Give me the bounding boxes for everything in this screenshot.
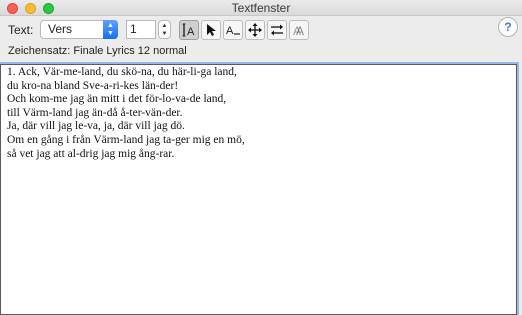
lyrics-line: du kro-na bland Sve-a-ri-kes län-der! bbox=[7, 79, 179, 92]
charset-label: Zeichensatz: Finale Lyrics 12 normal bbox=[8, 45, 187, 57]
lyrics-text-area[interactable]: 1. Ack, Vär-me-land, du skö-na, du här-l… bbox=[0, 62, 519, 315]
select-pointer-tool[interactable] bbox=[201, 20, 221, 40]
type-into-score-icon: A bbox=[182, 23, 195, 38]
text-baseline-icon: A bbox=[226, 25, 240, 37]
lyrics-line: Om en gång i från Värm-land jag ta-ger m… bbox=[7, 133, 245, 146]
text-style-tool[interactable]: A A bbox=[289, 20, 309, 40]
lyrics-line: till Värm-land jag än-då å-ter-vän-der. bbox=[7, 106, 183, 119]
type-into-score-tool[interactable]: A bbox=[179, 20, 199, 40]
chevron-updown-icon: ▲ ▼ bbox=[103, 20, 118, 39]
svg-text:A: A bbox=[187, 26, 195, 38]
lyrics-line: Ja, där vill jag le-va, ja, där vill jag… bbox=[7, 120, 185, 133]
move-arrows-tool[interactable] bbox=[245, 20, 265, 40]
shift-lyrics-tool[interactable] bbox=[267, 20, 287, 40]
window-title: Textfenster bbox=[231, 1, 291, 15]
move-arrows-icon bbox=[248, 23, 262, 37]
text-type-select[interactable]: Vers ▲ ▼ bbox=[40, 20, 118, 39]
verse-number-stepper[interactable]: ▲ ▼ bbox=[158, 20, 171, 39]
help-button[interactable]: ? bbox=[498, 17, 518, 37]
text-type-value: Vers bbox=[48, 22, 73, 36]
lyrics-line: så vet jag att al-drig jag mig ång-rar. bbox=[7, 147, 175, 160]
svg-text:A: A bbox=[226, 25, 234, 37]
text-baseline-tool[interactable]: A bbox=[223, 20, 243, 40]
text-style-icon: A A bbox=[293, 24, 304, 38]
text-type-label: Text: bbox=[8, 23, 34, 37]
title-bar: Textfenster bbox=[0, 0, 522, 16]
svg-text:A: A bbox=[296, 24, 304, 38]
lyrics-line: Och kom-me jag än mitt i det för-lo-va-d… bbox=[7, 93, 227, 106]
verse-number-input[interactable]: 1 bbox=[126, 20, 156, 39]
select-pointer-icon bbox=[207, 24, 216, 36]
lyrics-line: 1. Ack, Vär-me-land, du skö-na, du här-l… bbox=[7, 66, 237, 78]
toolbar: Text: Vers ▲ ▼ 1 ▲ ▼ A A A A ? Zeichensa… bbox=[0, 16, 522, 60]
shift-lyrics-icon bbox=[271, 24, 283, 36]
